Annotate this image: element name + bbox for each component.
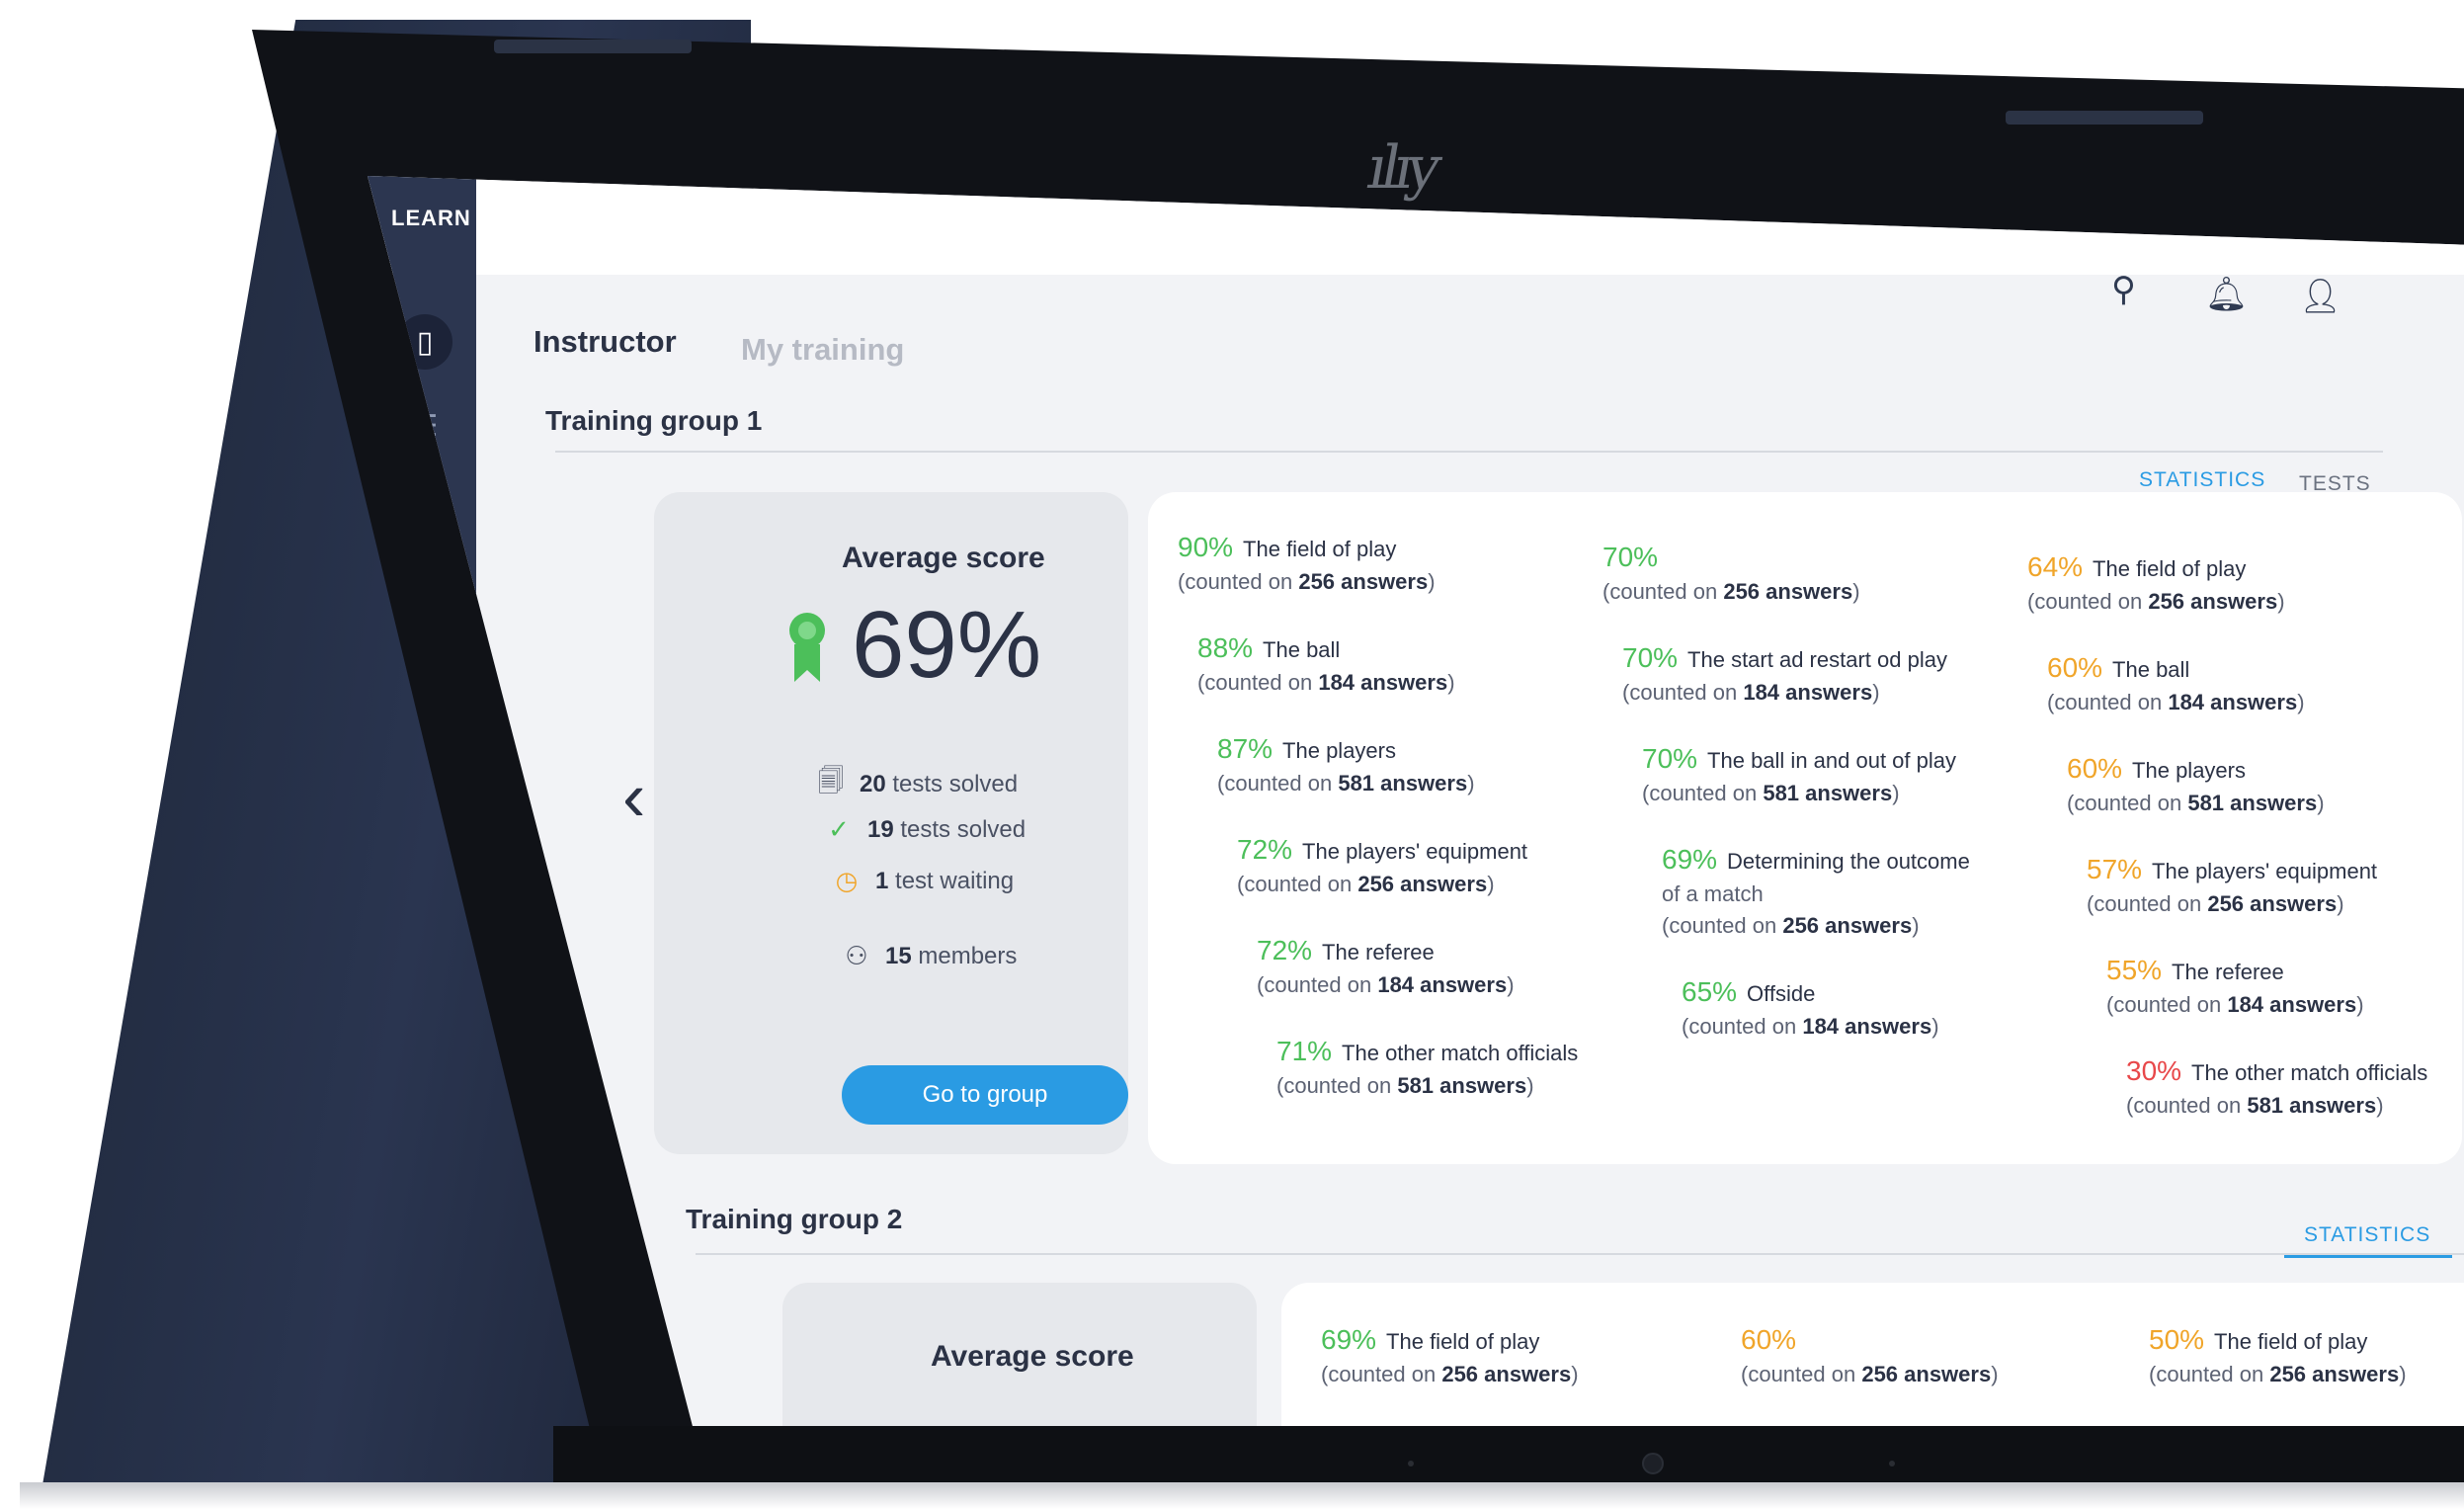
tests-solved-stat: 🗐︎ 20 tests solved: [816, 763, 1018, 806]
tests-waiting-count: 1: [875, 867, 889, 894]
average-score-card: Average score: [782, 1283, 1257, 1426]
list-item: 57% The players' equipment (counted on 256…: [2087, 854, 2378, 916]
statistics-card: 90% The field of play (counted on 256 answ…: [1148, 492, 2462, 1164]
list-item: 69% Determining the outcome of a match (cou…: [1662, 844, 1970, 938]
tab-statistics[interactable]: STATISTICS: [2304, 1223, 2430, 1247]
tests-solved-label: tests solved: [900, 815, 1027, 843]
list-item: 72% The players' equipment (counted on 256…: [1237, 834, 1528, 896]
list-item: 50% The field of play (counted on 256 answ…: [2149, 1324, 2407, 1386]
go-to-group-button[interactable]: Go to group: [842, 1065, 1128, 1125]
list-item: 87% The players (counted on 581 answers): [1217, 733, 1475, 796]
camera-icon: [1642, 1453, 1664, 1474]
score-title: Average score: [931, 1340, 1134, 1373]
laptop-device: ılıy LEARN ▯ ☰ ⚇ ▦ ⚐ ❏ ⚲ 🔔︎ 👤︎ Instructo…: [0, 0, 2464, 1509]
list-item: 70% The ball in and out of play (counted o…: [1642, 743, 1956, 805]
chevron-left-icon[interactable]: ‹: [622, 757, 645, 836]
list-item: 69% The field of play (counted on 256 answ…: [1321, 1324, 1579, 1386]
hinge: [494, 40, 692, 53]
tab-instructor[interactable]: Instructor: [534, 324, 677, 360]
floor-shadow: [20, 1482, 2464, 1509]
list-item: 88% The ball (counted on 184 answers): [1197, 632, 1455, 695]
divider: [555, 451, 2383, 453]
clock-icon: ◷: [835, 866, 859, 895]
list-item: 72% The referee (counted on 184 answers): [1257, 935, 1515, 997]
members-label: members: [918, 942, 1018, 969]
brand-label: LEARN: [391, 206, 471, 230]
tab-statistics[interactable]: STATISTICS: [2139, 468, 2265, 492]
search-icon[interactable]: ⚲: [2111, 270, 2136, 309]
members-icon: ⚇: [845, 941, 868, 970]
tab-my-training[interactable]: My training: [741, 332, 904, 368]
tests-solved-count: 20: [860, 771, 886, 797]
list-item: 65% Offside (counted on 184 answers): [1682, 976, 1939, 1039]
score-title: Average score: [842, 542, 1045, 574]
members-count: 15: [885, 942, 912, 969]
sensor-dot: [1889, 1461, 1895, 1467]
average-score-card: Average score 69% 🗐︎ 20 tests solved ✓ 1…: [654, 492, 1128, 1154]
members-stat: ⚇ 15 members: [842, 941, 1017, 971]
hinge: [2006, 111, 2203, 125]
check-circle-icon: ✓: [828, 814, 850, 844]
award-icon: [789, 613, 825, 682]
hp-logo: ılıy: [1361, 133, 1441, 203]
tests-solved-count: 19: [867, 815, 894, 843]
list-item: 70% The start ad restart od play (counted …: [1622, 642, 1947, 705]
group-title: Training group 1: [545, 405, 763, 436]
app-screen: LEARN ▯ ☰ ⚇ ▦ ⚐ ❏ ⚲ 🔔︎ 👤︎ Instructor My …: [368, 176, 2464, 1426]
list-item: 71% The other match officials (counted on …: [1276, 1036, 1579, 1098]
statistics-card: 69% The field of play (counted on 256 answ…: [1281, 1283, 2464, 1426]
average-score-value: 69%: [852, 592, 1042, 698]
list-item: 55% The referee (counted on 184 answers): [2106, 955, 2364, 1017]
tests-solved-stat: ✓ 19 tests solved: [824, 814, 1026, 845]
group-title: Training group 2: [686, 1204, 903, 1234]
divider: [696, 1253, 2464, 1255]
list-item: 90% The field of play (counted on 256 answ…: [1178, 532, 1436, 594]
document-icon: 🗐︎: [818, 766, 844, 796]
list-item: 30% The other match officials (counted on …: [2126, 1055, 2428, 1118]
list-item: 60% (counted on 256 answers): [1741, 1324, 1999, 1386]
list-item: 70% (counted on 256 answers): [1602, 542, 1860, 604]
tests-waiting-stat: ◷ 1 test waiting: [832, 866, 1014, 896]
tests-waiting-label: test waiting: [895, 867, 1015, 894]
list-item: 64% The field of play (counted on 256 answ…: [2027, 551, 2285, 614]
tests-solved-label: tests solved: [892, 771, 1019, 797]
active-tab-underline: [2284, 1255, 2452, 1258]
sensor-dot: [1408, 1461, 1414, 1467]
list-item: 60% The players (counted on 581 answers): [2067, 753, 2325, 815]
bell-icon[interactable]: 🔔︎: [2205, 275, 2248, 314]
list-item: 60% The ball (counted on 184 answers): [2047, 652, 2305, 714]
user-icon[interactable]: 👤︎: [2299, 277, 2341, 316]
